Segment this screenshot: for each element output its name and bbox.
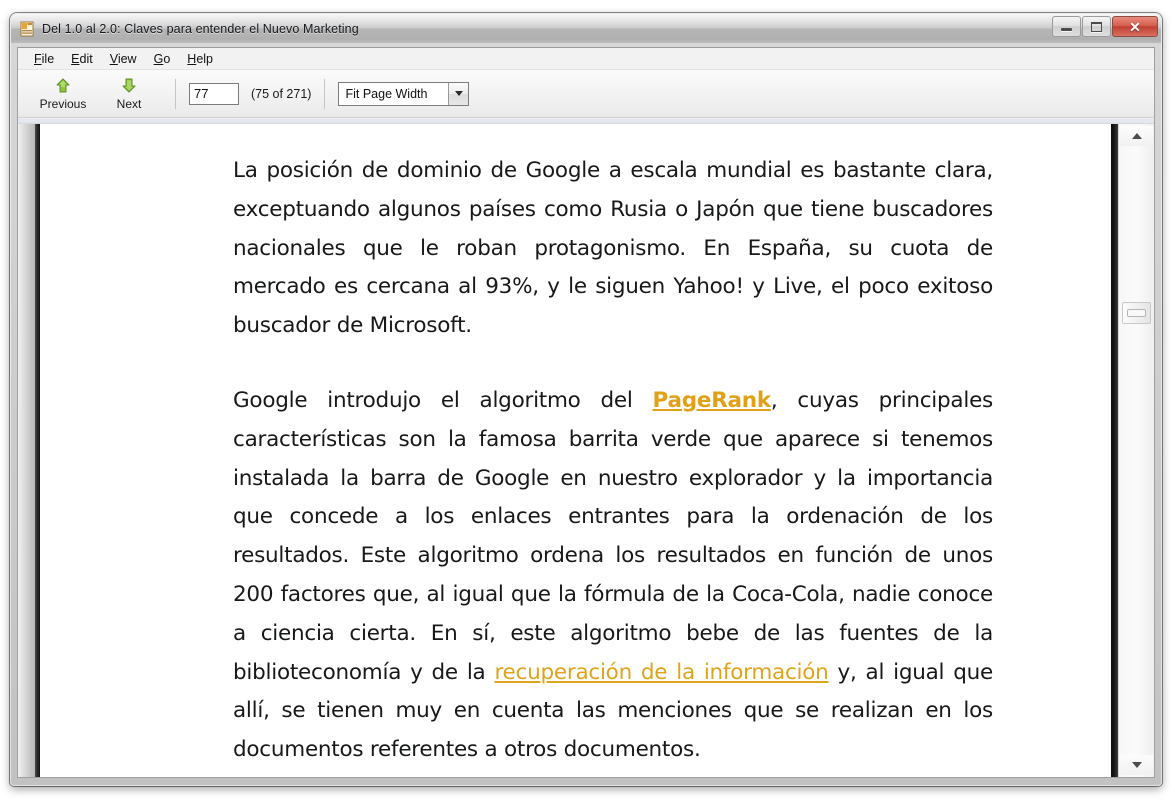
toolbar: Previous Next (75 of 271) (18, 70, 1154, 118)
paragraph-2-run-3: , cuyas principales características son … (233, 387, 994, 685)
zoom-level-value: Fit Page Width (345, 86, 428, 101)
link-recuperacion-de-la-informacion[interactable]: recuperación de la información (494, 660, 828, 685)
scrollbar-thumb-grip (1127, 309, 1146, 317)
minimize-button[interactable] (1052, 16, 1081, 37)
page-count-label: (75 of 271) (251, 86, 312, 101)
scrollbar-thumb[interactable] (1122, 302, 1151, 324)
page-gutter-left (18, 124, 35, 777)
previous-page-button[interactable]: Previous (30, 72, 96, 116)
application-window: Del 1.0 al 2.0: Claves para entender el … (10, 13, 1162, 786)
document-app-icon (19, 21, 35, 37)
next-page-label: Next (116, 96, 142, 111)
scroll-up-button[interactable] (1120, 126, 1153, 146)
menu-bar: File Edit View Go Help (18, 48, 1154, 70)
client-area: File Edit View Go Help Previous Next 77 … (17, 47, 1155, 778)
close-button[interactable]: ✕ (1112, 16, 1158, 37)
maximize-icon (1091, 21, 1102, 32)
document-viewport: La posición de dominio de Google a escal… (18, 119, 1154, 777)
chevron-down-icon (454, 91, 463, 96)
scroll-up-arrow-icon (1131, 133, 1142, 139)
maximize-button[interactable] (1082, 16, 1111, 37)
paragraph-1-text: La posición de dominio de Google a escal… (233, 158, 993, 339)
menu-file-rest: ile (41, 51, 55, 66)
scroll-down-button[interactable] (1120, 755, 1153, 775)
menu-go-rest: o (163, 51, 171, 66)
link-pagerank[interactable]: PageRank (653, 388, 772, 413)
toolbar-separator-2 (324, 78, 326, 109)
paragraph-2: Google introdujo el algoritmo del PageRa… (233, 382, 993, 770)
previous-page-label: Previous (39, 96, 87, 111)
zoom-dropdown-button[interactable] (448, 82, 469, 105)
menu-item-view[interactable]: View (102, 50, 146, 68)
arrow-down-green-icon (120, 77, 138, 95)
menu-edit-rest: dit (79, 51, 93, 66)
paragraph-2-run-1: Google introdujo el algoritmo del (233, 387, 653, 413)
page-text-body: La posición de dominio de Google a escal… (233, 152, 993, 770)
close-icon: ✕ (1129, 18, 1141, 35)
window-title: Del 1.0 al 2.0: Claves para entender el … (42, 21, 359, 36)
menu-view-rest: iew (117, 51, 137, 66)
arrow-up-green-icon (54, 77, 72, 95)
zoom-level-select[interactable]: Fit Page Width (338, 81, 470, 106)
menu-item-help[interactable]: Help (179, 50, 222, 68)
menu-help-rest: elp (196, 51, 213, 66)
toolbar-separator-1 (175, 78, 176, 109)
window-controls: ✕ (1052, 16, 1158, 37)
vertical-scrollbar[interactable] (1118, 124, 1154, 777)
next-page-button[interactable]: Next (96, 72, 162, 116)
minimize-icon (1061, 27, 1072, 31)
paragraph-1: La posición de dominio de Google a escal… (233, 152, 993, 346)
menu-item-go[interactable]: Go (146, 50, 180, 68)
desktop-backdrop: Del 1.0 al 2.0: Claves para entender el … (0, 0, 1175, 800)
menu-item-file[interactable]: File (26, 50, 63, 68)
page-number-input[interactable] (189, 82, 239, 105)
scroll-down-arrow-icon (1131, 762, 1142, 768)
page-edge-shadow-right (1111, 124, 1118, 777)
menu-item-edit[interactable]: Edit (63, 50, 102, 68)
title-bar[interactable]: Del 1.0 al 2.0: Claves para entender el … (11, 14, 1161, 43)
pdf-page: La posición de dominio de Google a escal… (40, 124, 1111, 777)
